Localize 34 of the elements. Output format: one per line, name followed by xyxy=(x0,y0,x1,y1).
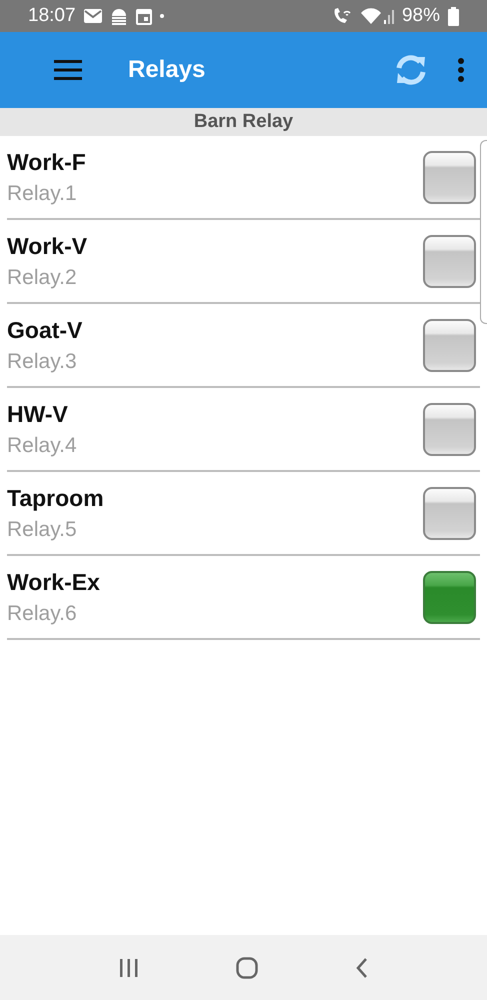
relay-toggle[interactable] xyxy=(423,486,476,540)
battery-icon xyxy=(448,6,459,26)
section-header: Barn Relay xyxy=(0,108,487,136)
dot-icon xyxy=(160,14,164,18)
relay-name: HW-V xyxy=(7,400,69,428)
relay-name: Goat-V xyxy=(7,316,84,344)
relay-toggle[interactable] xyxy=(423,234,476,288)
more-options-button[interactable] xyxy=(457,58,465,82)
calendar-icon xyxy=(136,8,152,24)
relay-toggle[interactable] xyxy=(423,318,476,372)
wifi-icon xyxy=(360,7,394,25)
battery-level: 98% xyxy=(402,5,440,27)
status-time: 18:07 xyxy=(28,5,76,27)
relay-name: Work-Ex xyxy=(7,568,101,596)
refresh-button[interactable] xyxy=(395,55,427,85)
back-button[interactable] xyxy=(356,958,368,978)
relay-id: Relay.5 xyxy=(7,518,78,542)
relay-name: Work-F xyxy=(7,148,87,176)
mail-icon xyxy=(84,9,102,23)
relay-id: Relay.4 xyxy=(7,434,78,458)
app-title: Relays xyxy=(128,56,206,84)
wifi-call-icon xyxy=(332,7,352,25)
home-button[interactable] xyxy=(236,956,258,978)
recent-apps-button[interactable] xyxy=(118,958,139,976)
relay-id: Relay.6 xyxy=(7,602,78,626)
relay-toggle[interactable] xyxy=(423,570,476,624)
relay-toggle[interactable] xyxy=(423,150,476,204)
relay-toggle[interactable] xyxy=(423,402,476,456)
relay-id: Relay.3 xyxy=(7,350,78,374)
relay-name: Work-V xyxy=(7,232,88,260)
relay-id: Relay.2 xyxy=(7,266,78,290)
relay-id: Relay.1 xyxy=(7,182,78,206)
menu-button[interactable] xyxy=(54,59,82,81)
relay-name: Taproom xyxy=(7,484,105,512)
